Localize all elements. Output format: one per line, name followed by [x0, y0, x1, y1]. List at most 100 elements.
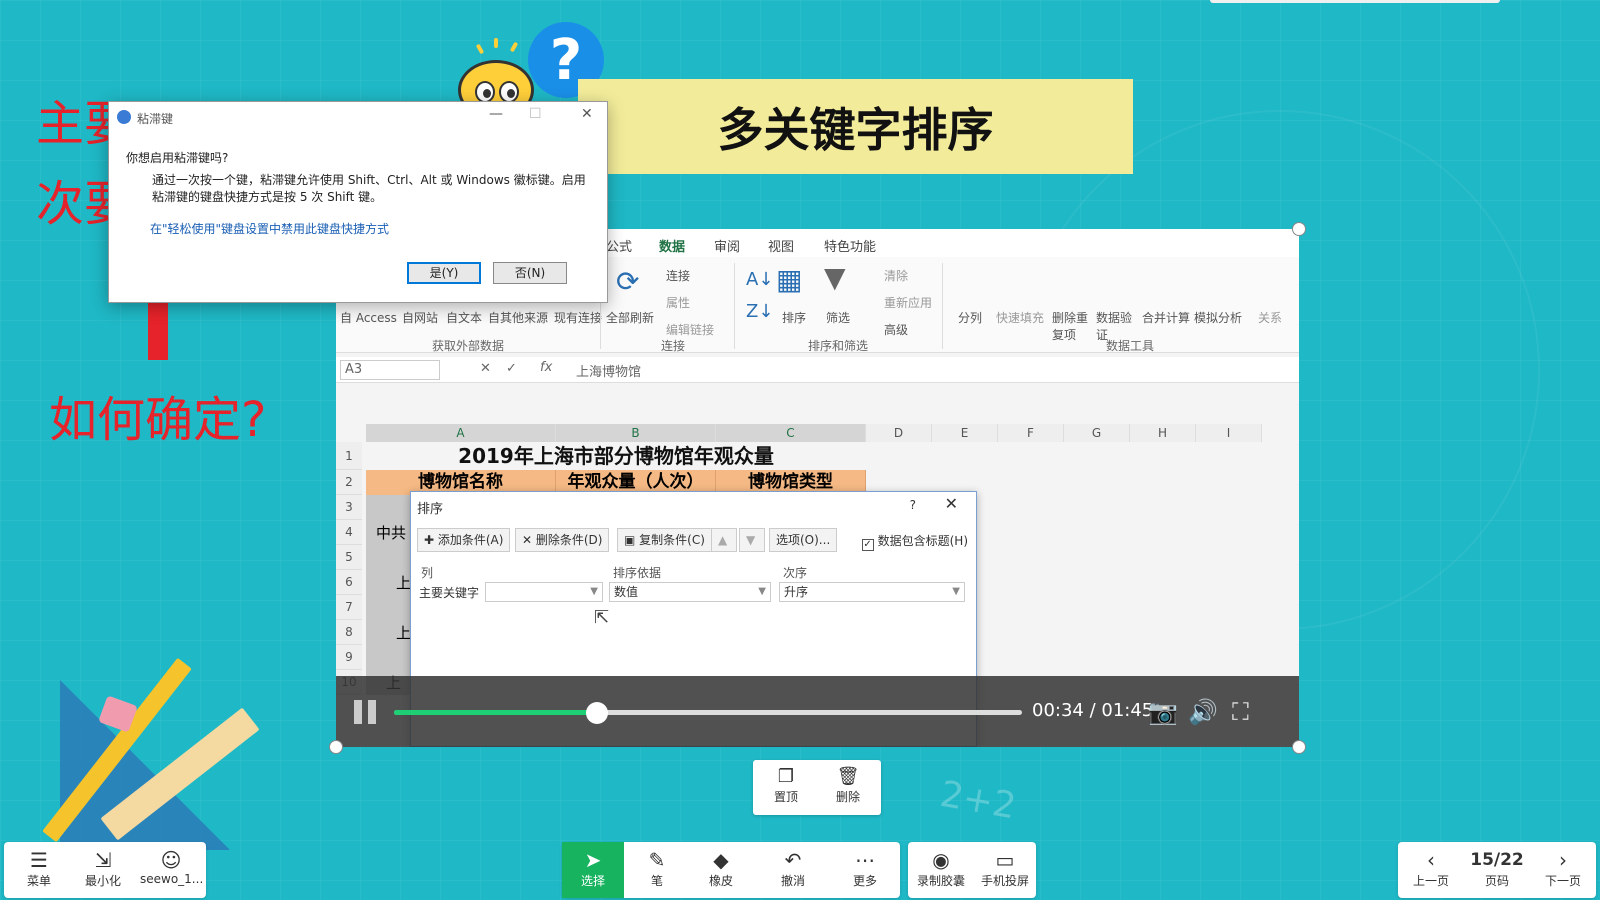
resize-handle[interactable]	[1292, 222, 1306, 236]
menu-button[interactable]: ☰ 菜单	[8, 848, 70, 889]
mascot-eye	[499, 81, 519, 103]
page-nav-bar: ‹ 上一页 15/22 页码 › 下一页	[1398, 842, 1596, 898]
column-select[interactable]: ▼	[485, 582, 603, 602]
from-web: 自网站	[402, 311, 439, 325]
progress-knob[interactable]	[586, 702, 609, 724]
sheet-title: 2019年上海市部分博物馆年观众量	[458, 444, 774, 468]
sticky-description: 通过一次按一个键，粘滞键允许使用 Shift、Ctrl、Alt 或 Window…	[152, 173, 586, 204]
sort-dialog-title: 排序	[417, 502, 444, 517]
ray	[494, 38, 498, 48]
row-header: 6	[336, 570, 362, 595]
bottom-capture-bar: ◉ 录制胶囊 ▭ 手机投屏	[908, 842, 1036, 898]
fullscreen-icon[interactable]: ⛶	[1232, 698, 1249, 726]
delete-button[interactable]: 🗑 删除	[823, 766, 873, 805]
col-header: B	[556, 424, 716, 442]
mouse-cursor-icon: ⇱	[594, 607, 610, 628]
cell-a6: 上	[396, 574, 412, 592]
bottom-left-bar: ☰ 菜单 ⇲ 最小化 ☺ seewo_1...	[4, 842, 206, 898]
options-button[interactable]: 选项(O)...	[769, 528, 838, 552]
cast-button[interactable]: ▭ 手机投屏	[974, 848, 1036, 889]
resize-handle[interactable]	[1292, 740, 1306, 754]
bottom-tool-bar: ➤ 选择 ✎ 笔 ◆ 橡皮 ↶ 撤消 ⋯ 更多	[562, 842, 900, 898]
group-data-tools: 数据工具	[1106, 339, 1155, 353]
page-indicator[interactable]: 15/22 页码	[1466, 848, 1528, 889]
reapply-filter: 重新应用	[884, 296, 933, 310]
from-other: 自其他来源	[488, 311, 549, 325]
properties: 属性	[666, 296, 691, 310]
eraser-tool[interactable]: ◆ 橡皮	[690, 848, 752, 889]
row-header: 4	[336, 520, 362, 545]
time-display: 00:34 / 01:45	[1032, 700, 1154, 721]
close-icon[interactable]: ✕	[581, 106, 593, 122]
video-player[interactable]: 公式 数据 审阅 视图 特色功能 自 Access 自网站 自文本 自其他来源 …	[336, 229, 1299, 747]
next-page-button[interactable]: › 下一页	[1532, 848, 1594, 889]
bring-to-front-button[interactable]: ❐ 置顶	[761, 766, 811, 805]
col-header: D	[866, 424, 932, 442]
tab-view: 视图	[768, 240, 795, 255]
object-toolbar: ❐ 置顶 🗑 删除	[753, 760, 881, 815]
delete-condition-button[interactable]: ✕ 删除条件(D)	[515, 528, 610, 552]
from-text: 自文本	[446, 311, 483, 325]
pause-icon[interactable]	[354, 700, 380, 724]
eraser-icon: ◆	[713, 848, 729, 872]
remove-duplicates: 删除重复项	[1052, 311, 1089, 342]
resize-handle[interactable]	[329, 740, 343, 754]
sort-az-icon: A↓	[746, 269, 774, 290]
col-header: H	[1130, 424, 1196, 442]
col-header: A	[366, 424, 556, 442]
enter-icon: ✓	[506, 361, 517, 376]
pen-icon: ✎	[648, 848, 666, 872]
refresh-icon: ⟳	[616, 265, 640, 298]
fx-icon: fx	[540, 360, 553, 375]
row-header: 2	[336, 470, 362, 495]
undo-icon: ↶	[784, 848, 802, 872]
order-select[interactable]: 升序 ▼	[779, 582, 965, 602]
camera-icon[interactable]: 📷	[1148, 698, 1178, 726]
relationships: 关系	[1258, 311, 1283, 325]
col-header: G	[1064, 424, 1130, 442]
move-up-button[interactable]: ▲	[711, 528, 737, 552]
disable-shortcut-link[interactable]: 在"轻松使用"键盘设置中禁用此键盘快捷方式	[150, 220, 389, 237]
flash-fill: 快速填充	[996, 311, 1045, 325]
primary-key-label: 主要关键字	[419, 586, 480, 600]
current-time: 00:34	[1032, 700, 1084, 721]
volume-icon[interactable]: 🔊	[1188, 698, 1218, 726]
has-headers-checkbox[interactable]: ✓ 数据包含标题(H)	[861, 532, 968, 551]
help-icon[interactable]: ?	[910, 498, 916, 512]
close-icon[interactable]: ✕	[945, 494, 958, 513]
menu-icon: ☰	[30, 848, 48, 872]
no-button[interactable]: 否(N)	[493, 262, 567, 284]
maximize-icon[interactable]: ☐	[529, 106, 542, 122]
add-condition-button[interactable]: ✚ 添加条件(A)	[417, 528, 511, 552]
question-label: 如何确定?	[49, 392, 267, 448]
yes-button[interactable]: 是(Y)	[407, 262, 481, 284]
sticky-keys-dialog: 粘滞键 — ☐ ✕ 你想启用粘滞键吗? 通过一次按一个键，粘滞键允许使用 Shi…	[108, 101, 608, 303]
row-header: 5	[336, 545, 362, 570]
pen-tool[interactable]: ✎ 笔	[626, 848, 688, 889]
minimize-button[interactable]: ⇲ 最小化	[72, 848, 134, 889]
undo-button[interactable]: ↶ 撤消	[762, 848, 824, 889]
minimize-icon[interactable]: —	[489, 106, 503, 122]
basis-select[interactable]: 数值 ▼	[609, 582, 771, 602]
name-box: A3	[340, 360, 440, 380]
refresh-all: 全部刷新	[606, 311, 655, 325]
prev-page-button[interactable]: ‹ 上一页	[1400, 848, 1462, 889]
cell-a4: 中共	[376, 524, 407, 542]
record-button[interactable]: ◉ 录制胶囊	[910, 848, 972, 889]
video-controls: 00:34 / 01:45 📷 🔊 ⛶	[336, 676, 1299, 747]
col-header: E	[932, 424, 998, 442]
group-connections: 连接	[661, 339, 686, 353]
filter-icon: ▼	[824, 261, 846, 294]
progress-fill	[394, 710, 598, 715]
progress-bar[interactable]	[394, 702, 1022, 724]
select-tool[interactable]: ➤ 选择	[562, 842, 624, 898]
chevron-left-icon: ‹	[1427, 848, 1435, 872]
app-button[interactable]: ☺ seewo_1...	[140, 848, 203, 886]
more-button[interactable]: ⋯ 更多	[834, 848, 896, 889]
group-external: 获取外部数据	[432, 339, 505, 353]
copy-condition-button[interactable]: ▣ 复制条件(C)	[617, 528, 712, 552]
record-icon: ◉	[932, 848, 950, 872]
filter-button: 筛选	[826, 311, 851, 325]
move-down-button[interactable]: ▼	[739, 528, 765, 552]
mascot-eye	[475, 81, 495, 103]
